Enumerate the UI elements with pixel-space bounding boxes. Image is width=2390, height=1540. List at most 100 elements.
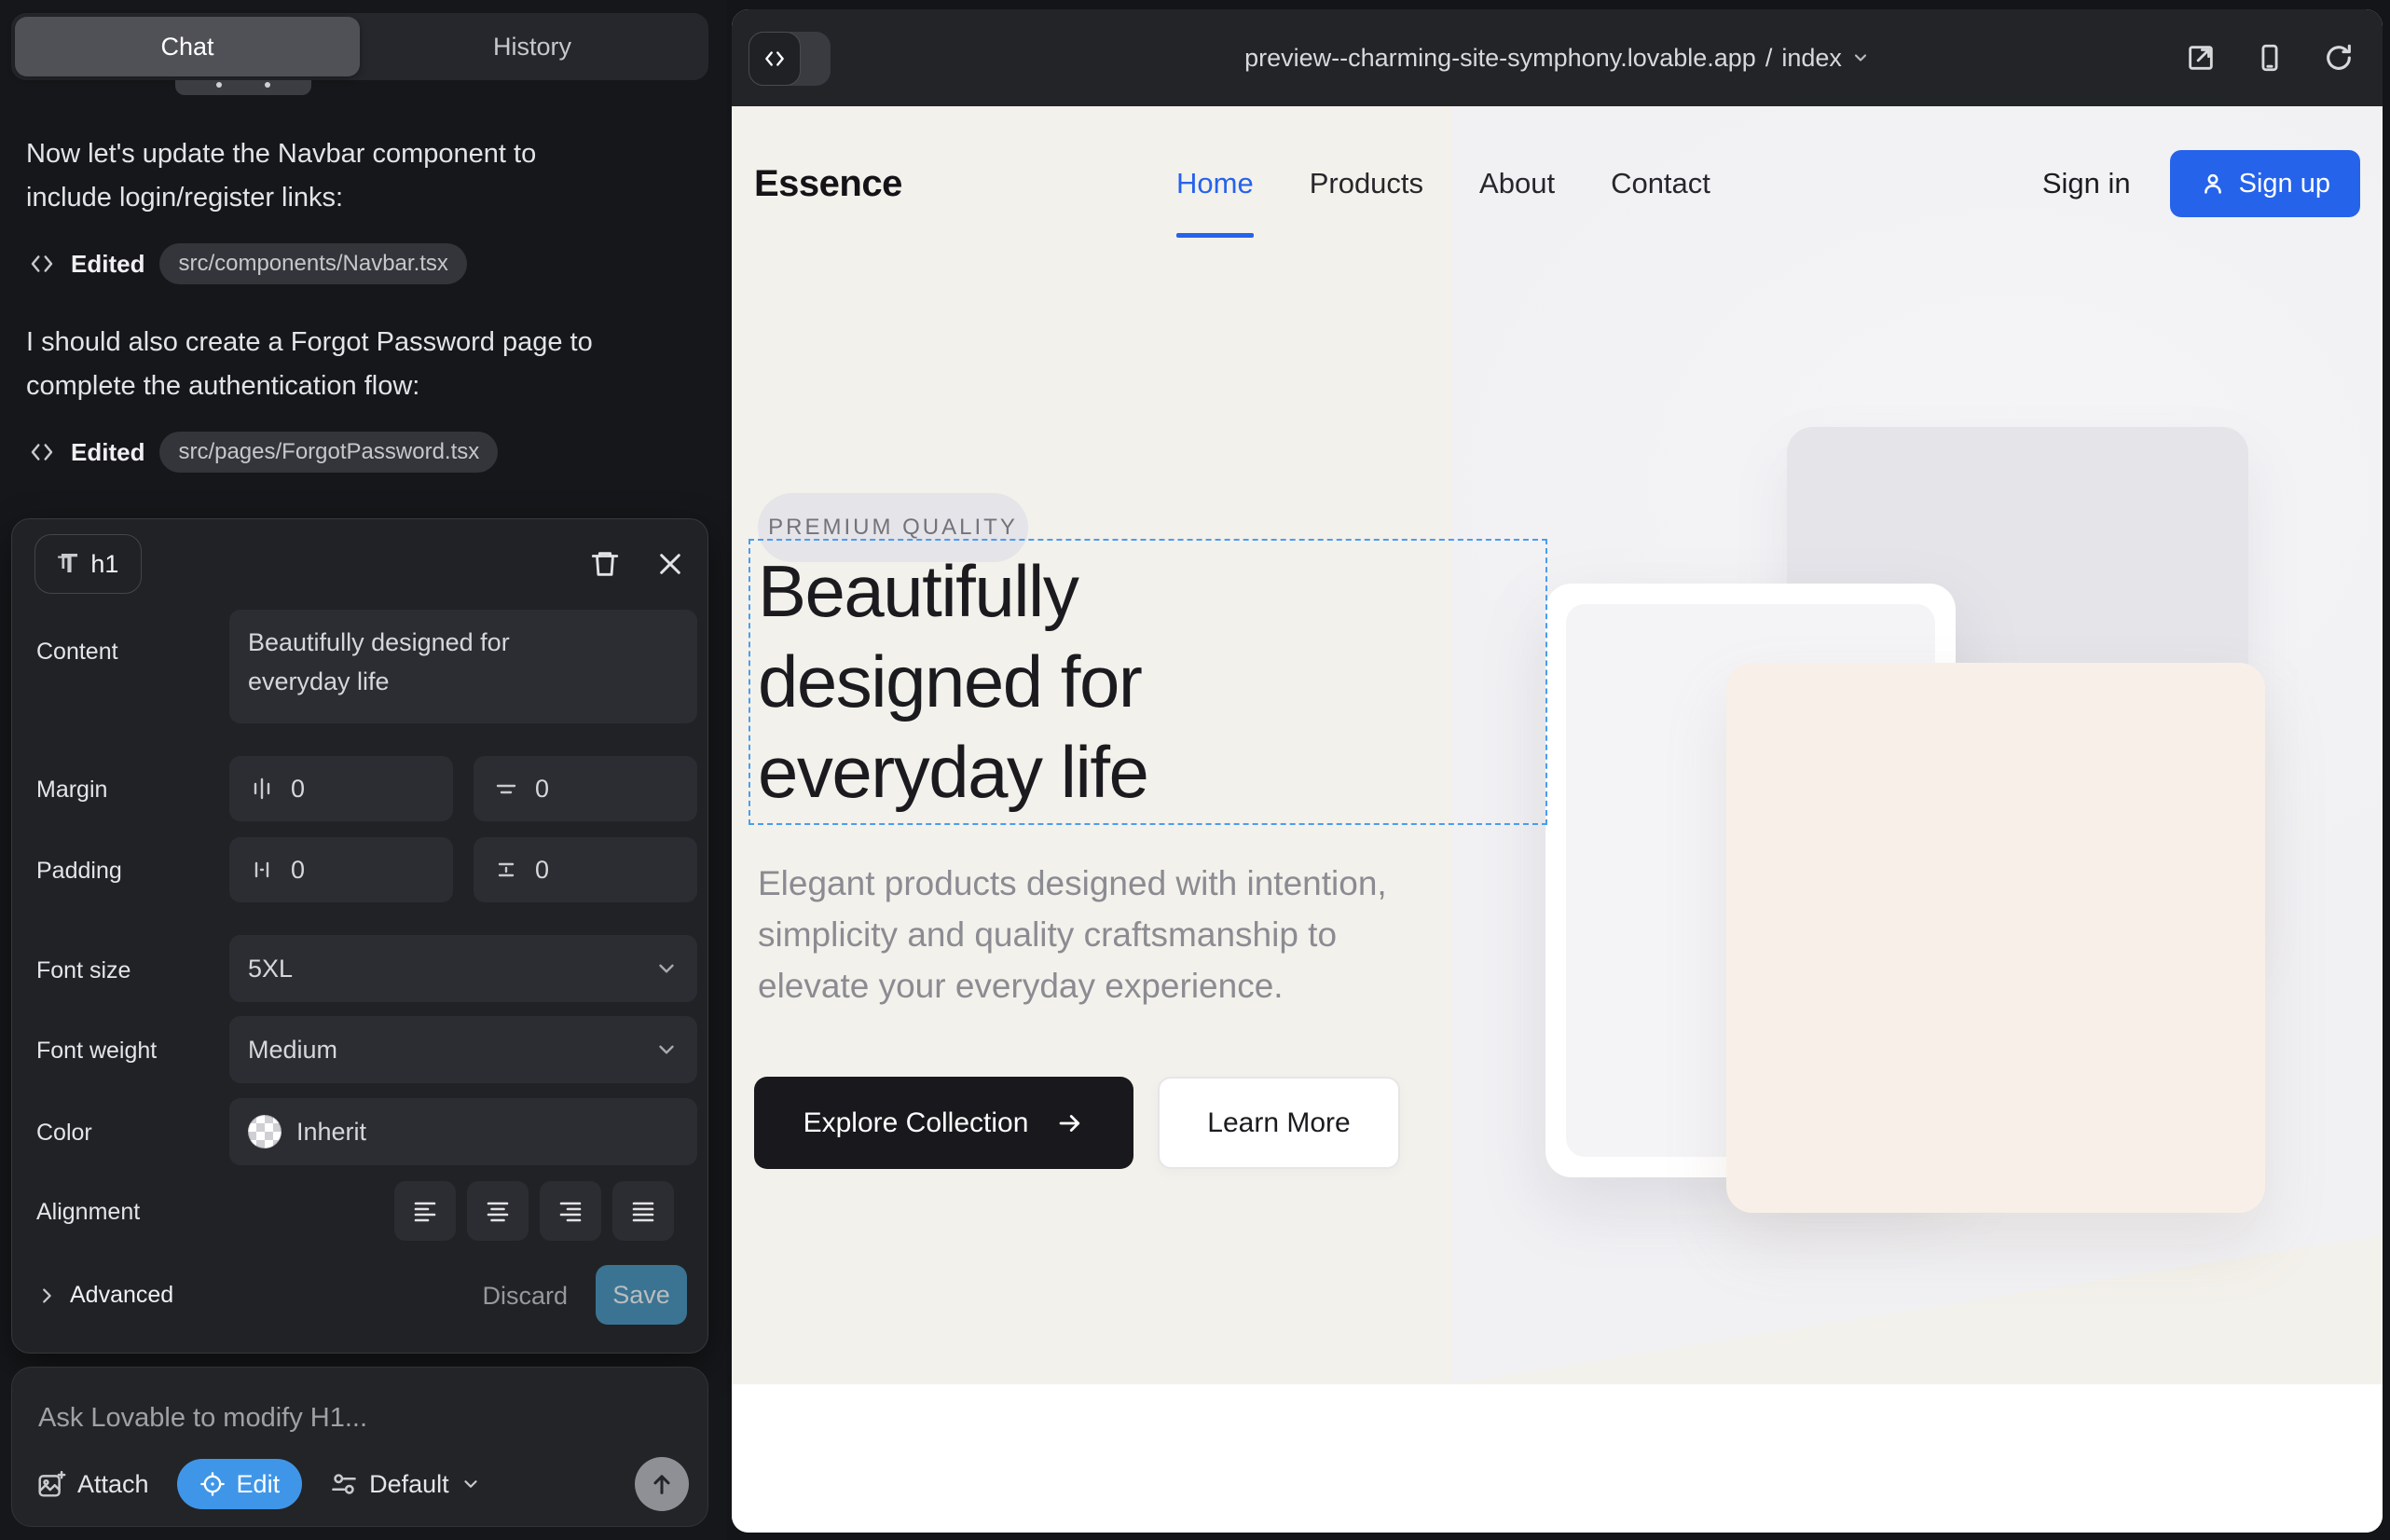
sign-up-button[interactable]: Sign up <box>2170 150 2360 217</box>
learn-more-button[interactable]: Learn More <box>1158 1077 1400 1169</box>
close-panel-button[interactable] <box>648 542 693 586</box>
mobile-view-button[interactable] <box>2254 42 2286 74</box>
chevron-down-icon <box>460 1474 481 1494</box>
assistant-message: I should also create a Forgot Password p… <box>26 321 679 408</box>
code-icon <box>28 438 56 466</box>
hero-description: Elegant products designed with intention… <box>758 858 1387 1011</box>
font-size-label: Font size <box>36 957 130 984</box>
sidebar-tabbar: Chat History <box>11 13 708 80</box>
advanced-toggle[interactable]: Advanced <box>36 1282 173 1309</box>
tag-name: h1 <box>90 550 118 579</box>
align-center-button[interactable] <box>467 1181 529 1241</box>
edited-label: Edited <box>71 438 144 467</box>
url-separator: / <box>1765 44 1773 73</box>
nav-link-about[interactable]: About <box>1479 167 1555 200</box>
site-navbar: Essence Home Products About Contact Sign… <box>732 106 2383 261</box>
align-left-button[interactable] <box>394 1181 456 1241</box>
discard-button[interactable]: Discard <box>482 1282 568 1311</box>
chevron-down-icon <box>654 1038 679 1062</box>
chat-sidebar: Chat History Now let's update the Navbar… <box>0 0 727 1540</box>
save-button[interactable]: Save <box>596 1265 687 1325</box>
font-weight-label: Font weight <box>36 1038 157 1065</box>
delete-element-button[interactable] <box>583 542 627 586</box>
tab-history[interactable]: History <box>360 17 705 76</box>
settings-sliders-icon <box>330 1470 358 1498</box>
file-chip[interactable]: src/pages/ForgotPassword.tsx <box>159 432 498 473</box>
padding-vertical-icon <box>492 856 520 884</box>
hero-heading[interactable]: Beautifully designed for everyday life <box>758 546 1147 818</box>
align-left-icon <box>412 1198 438 1224</box>
code-icon <box>28 250 56 278</box>
refresh-icon <box>2323 42 2355 74</box>
arrow-up-icon <box>649 1471 675 1497</box>
content-label: Content <box>36 639 118 666</box>
chat-composer: Ask Lovable to modify H1... Attach Edit <box>11 1367 708 1527</box>
arrow-right-icon <box>1056 1109 1084 1137</box>
padding-x-input[interactable]: 0 <box>229 837 453 902</box>
mode-select[interactable]: Default <box>330 1470 481 1499</box>
align-right-button[interactable] <box>540 1181 601 1241</box>
font-weight-select[interactable]: Medium <box>229 1016 697 1083</box>
color-select[interactable]: Inherit <box>229 1098 697 1165</box>
explore-collection-button[interactable]: Explore Collection <box>754 1077 1133 1169</box>
send-button[interactable] <box>635 1457 689 1511</box>
open-external-button[interactable] <box>2185 42 2217 74</box>
nav-links: Home Products About Contact <box>1176 106 1710 261</box>
element-editor-panel: TT h1 Content Beautifully designed for e… <box>11 518 708 1354</box>
refresh-button[interactable] <box>2323 42 2355 74</box>
margin-y-input[interactable]: 0 <box>474 756 697 821</box>
edited-file-row: Edited src/components/Navbar.tsx <box>28 242 467 285</box>
color-label: Color <box>36 1120 92 1147</box>
edited-label: Edited <box>71 250 144 279</box>
preview-url[interactable]: preview--charming-site-symphony.lovable.… <box>732 9 2383 106</box>
tab-chat[interactable]: Chat <box>15 17 360 76</box>
align-right-icon <box>557 1198 584 1224</box>
preview-domain: preview--charming-site-symphony.lovable.… <box>1244 44 1756 73</box>
file-chip[interactable]: src/components/Navbar.tsx <box>159 243 466 284</box>
user-icon <box>2200 171 2226 197</box>
chevron-right-icon <box>36 1286 57 1306</box>
content-input[interactable]: Beautifully designed for everyday life <box>229 610 697 723</box>
align-justify-icon <box>630 1198 656 1224</box>
crosshair-icon <box>199 1471 226 1497</box>
site-viewport: Essence Home Products About Contact Sign… <box>732 106 2383 1533</box>
align-justify-button[interactable] <box>612 1181 674 1241</box>
nav-link-products[interactable]: Products <box>1310 167 1423 200</box>
close-icon <box>655 549 685 579</box>
alignment-label: Alignment <box>36 1199 140 1226</box>
align-center-icon <box>485 1198 511 1224</box>
margin-x-input[interactable]: 0 <box>229 756 453 821</box>
trash-icon <box>589 548 621 580</box>
type-icon: TT <box>58 549 77 580</box>
nav-link-home[interactable]: Home <box>1176 167 1254 200</box>
font-size-select[interactable]: 5XL <box>229 935 697 1002</box>
smartphone-icon <box>2254 42 2286 74</box>
external-link-icon <box>2185 42 2217 74</box>
edited-file-row: Edited src/pages/ForgotPassword.tsx <box>28 431 498 474</box>
margin-label: Margin <box>36 777 107 804</box>
padding-horizontal-icon <box>248 856 276 884</box>
padding-y-input[interactable]: 0 <box>474 837 697 902</box>
preview-page: index <box>1781 44 1842 73</box>
margin-horizontal-icon <box>248 775 276 803</box>
selected-element-tag: TT h1 <box>34 534 142 594</box>
chevron-down-icon <box>1851 48 1870 67</box>
transparent-color-swatch <box>248 1115 282 1148</box>
attach-button[interactable]: Attach <box>36 1469 149 1499</box>
site-logo[interactable]: Essence <box>754 106 902 261</box>
hero-section: Essence Home Products About Contact Sign… <box>732 106 2383 1384</box>
sign-in-link[interactable]: Sign in <box>2042 167 2131 200</box>
site-preview-pane: preview--charming-site-symphony.lovable.… <box>732 9 2383 1533</box>
preview-toolbar: preview--charming-site-symphony.lovable.… <box>732 9 2383 106</box>
edit-mode-button[interactable]: Edit <box>177 1459 303 1509</box>
scrolled-chip-partial <box>175 80 311 95</box>
padding-label: Padding <box>36 858 122 885</box>
margin-vertical-icon <box>492 775 520 803</box>
chevron-down-icon <box>654 956 679 981</box>
alignment-group <box>394 1181 674 1241</box>
composer-input[interactable]: Ask Lovable to modify H1... <box>38 1403 367 1434</box>
attach-image-icon <box>36 1469 66 1499</box>
nav-link-contact[interactable]: Contact <box>1611 167 1710 200</box>
decor-card-cream <box>1726 663 2265 1213</box>
assistant-message: Now let's update the Navbar component to… <box>26 132 679 220</box>
